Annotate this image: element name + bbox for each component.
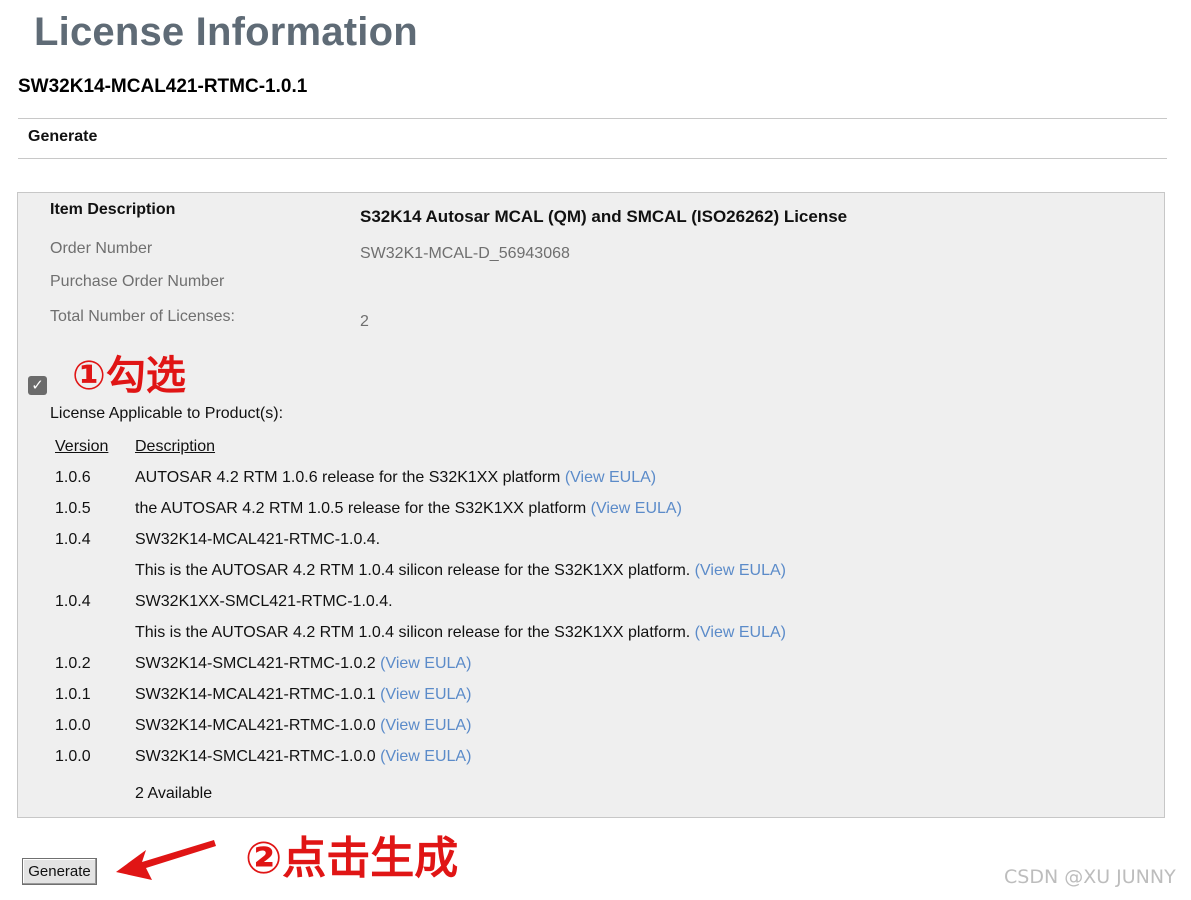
column-header-version: Version: [55, 438, 109, 455]
license-checkbox[interactable]: ✓: [28, 376, 47, 395]
check-icon: ✓: [31, 377, 44, 394]
row-version: 1.0.0: [55, 717, 91, 734]
view-eula-link[interactable]: (View EULA): [695, 562, 786, 579]
row-description: SW32K14-SMCL421-RTMC-1.0.2 (View EULA): [135, 655, 471, 673]
row-version: 1.0.6: [55, 469, 91, 486]
view-eula-link[interactable]: (View EULA): [380, 655, 471, 672]
purchase-order-label: Purchase Order Number: [50, 273, 225, 290]
order-number-value: SW32K1-MCAL-D_56943068: [360, 245, 570, 262]
row-description: SW32K14-MCAL421-RTMC-1.0.1 (View EULA): [135, 686, 471, 704]
page-title: License Information: [34, 10, 418, 54]
divider-bottom: [18, 158, 1167, 159]
generate-section-heading: Generate: [28, 128, 98, 145]
view-eula-link[interactable]: (View EULA): [565, 469, 656, 486]
arrow-left-icon: [116, 840, 216, 880]
row-description: AUTOSAR 4.2 RTM 1.0.6 release for the S3…: [135, 469, 656, 487]
total-licenses-label: Total Number of Licenses:: [50, 308, 235, 325]
table-row: This is the AUTOSAR 4.2 RTM 1.0.4 silico…: [18, 562, 1118, 590]
row-description: SW32K14-SMCL421-RTMC-1.0.0 (View EULA): [135, 748, 471, 766]
watermark: CSDN @XU JUNNY: [1004, 866, 1176, 888]
total-licenses-value: 2: [360, 313, 369, 330]
applicable-products-label: License Applicable to Product(s):: [50, 405, 284, 422]
view-eula-link[interactable]: (View EULA): [591, 500, 682, 517]
row-description: This is the AUTOSAR 4.2 RTM 1.0.4 silico…: [135, 624, 786, 642]
table-row: 1.0.6 AUTOSAR 4.2 RTM 1.0.6 release for …: [18, 469, 1118, 497]
row-description: the AUTOSAR 4.2 RTM 1.0.5 release for th…: [135, 500, 682, 518]
row-version: 1.0.0: [55, 748, 91, 765]
view-eula-link[interactable]: (View EULA): [380, 717, 471, 734]
row-version: 1.0.5: [55, 500, 91, 517]
view-eula-link[interactable]: (View EULA): [380, 748, 471, 765]
table-row: 1.0.4 SW32K1XX-SMCL421-RTMC-1.0.4.: [18, 593, 1118, 621]
row-description-text: SW32K14-SMCL421-RTMC-1.0.2: [135, 655, 376, 672]
table-row: 1.0.2 SW32K14-SMCL421-RTMC-1.0.2 (View E…: [18, 655, 1118, 683]
annotation-step1: ①勾选: [72, 353, 186, 399]
row-version: 1.0.2: [55, 655, 91, 672]
license-panel: Item Description S32K14 Autosar MCAL (QM…: [17, 192, 1165, 818]
column-header-description: Description: [135, 438, 216, 455]
table-row: 1.0.0 SW32K14-MCAL421-RTMC-1.0.0 (View E…: [18, 717, 1118, 745]
row-description: SW32K14-MCAL421-RTMC-1.0.0 (View EULA): [135, 717, 471, 735]
table-row: 1.0.1 SW32K14-MCAL421-RTMC-1.0.1 (View E…: [18, 686, 1118, 714]
row-description: This is the AUTOSAR 4.2 RTM 1.0.4 silico…: [135, 562, 786, 580]
row-description-text: SW32K14-MCAL421-RTMC-1.0.4.: [135, 531, 381, 548]
row-description-text: AUTOSAR 4.2 RTM 1.0.6 release for the S3…: [135, 469, 561, 486]
table-row: 1.0.4 SW32K14-MCAL421-RTMC-1.0.4.: [18, 531, 1118, 559]
row-description: SW32K1XX-SMCL421-RTMC-1.0.4.: [135, 593, 393, 611]
table-row: 1.0.5 the AUTOSAR 4.2 RTM 1.0.5 release …: [18, 500, 1118, 528]
row-version: 1.0.4: [55, 531, 91, 548]
product-id: SW32K14-MCAL421-RTMC-1.0.1: [18, 76, 308, 97]
row-description-text: This is the AUTOSAR 4.2 RTM 1.0.4 silico…: [135, 624, 691, 641]
annotation-step2: ②点击生成: [245, 833, 459, 884]
row-description-text: SW32K14-MCAL421-RTMC-1.0.0: [135, 717, 376, 734]
generate-button[interactable]: Generate: [22, 858, 97, 885]
item-description-label: Item Description: [50, 201, 176, 218]
order-number-label: Order Number: [50, 240, 153, 257]
table-row: This is the AUTOSAR 4.2 RTM 1.0.4 silico…: [18, 624, 1118, 652]
row-description-text: SW32K14-MCAL421-RTMC-1.0.1: [135, 686, 376, 703]
table-row: 1.0.0 SW32K14-SMCL421-RTMC-1.0.0 (View E…: [18, 748, 1118, 776]
row-description-text: This is the AUTOSAR 4.2 RTM 1.0.4 silico…: [135, 562, 691, 579]
row-version: 1.0.4: [55, 593, 91, 610]
view-eula-link[interactable]: (View EULA): [380, 686, 471, 703]
row-description-text: SW32K1XX-SMCL421-RTMC-1.0.4.: [135, 593, 393, 610]
available-count: 2 Available: [135, 785, 213, 802]
view-eula-link[interactable]: (View EULA): [695, 624, 786, 641]
row-description-text: the AUTOSAR 4.2 RTM 1.0.5 release for th…: [135, 500, 587, 517]
row-description: SW32K14-MCAL421-RTMC-1.0.4.: [135, 531, 380, 549]
divider-top: [18, 118, 1167, 119]
row-description-text: SW32K14-SMCL421-RTMC-1.0.0: [135, 748, 376, 765]
item-description-value: S32K14 Autosar MCAL (QM) and SMCAL (ISO2…: [360, 207, 848, 226]
row-version: 1.0.1: [55, 686, 91, 703]
